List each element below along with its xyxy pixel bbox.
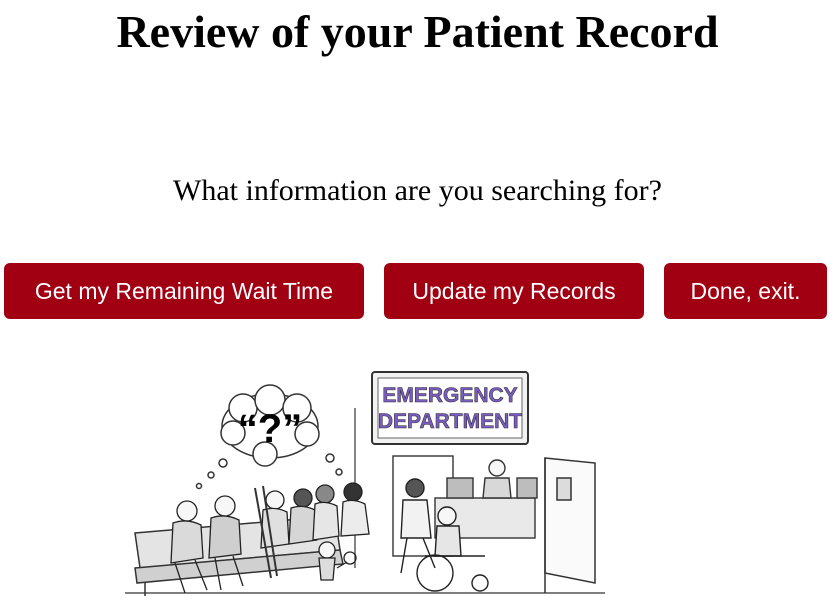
sign-text-emergency: EMERGENCY [382, 384, 517, 407]
emergency-sign: EMERGENCY DEPARTMENT [371, 371, 529, 445]
sign-text-department: DEPARTMENT [378, 410, 522, 433]
exit-door [544, 457, 596, 593]
page-title: Review of your Patient Record [116, 6, 719, 57]
emergency-waiting-room-illustration: EMERGENCY DEPARTMENT “?” [125, 371, 605, 596]
done-exit-button[interactable]: Done, exit. [664, 263, 827, 319]
update-records-button[interactable]: Update my Records [384, 263, 644, 319]
get-wait-time-button[interactable]: Get my Remaining Wait Time [4, 263, 364, 319]
question-prompt: What information are you searching for? [173, 174, 662, 207]
thought-question-mark: “?” [238, 407, 302, 451]
